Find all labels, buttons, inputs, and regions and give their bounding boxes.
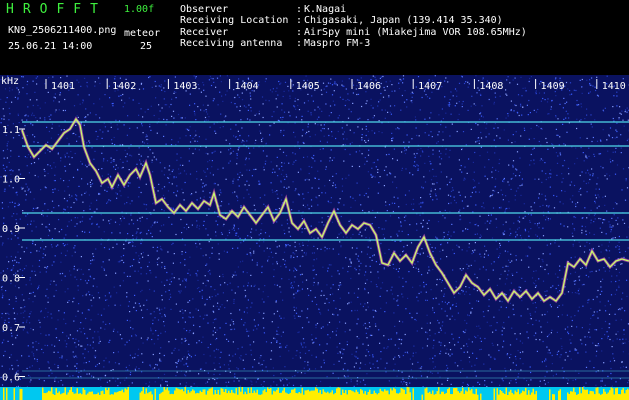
bottom-bars [0,387,629,400]
x-tick-label: 1405 [296,81,320,92]
header-panel: HROFFT 1.00f KN9_2506211400.png meteor 2… [0,0,629,75]
info-label-location: Receiving Location [180,15,289,26]
y-tick-label: 0.6 [2,373,20,384]
x-tick-label: 1406 [357,81,381,92]
x-tick-label: 1402 [112,81,136,92]
x-tick-label: 1401 [51,81,75,92]
info-label-antenna: Receiving antenna [180,38,283,49]
app-title: HROFFT [6,2,107,17]
x-tick-label: 1403 [173,81,197,92]
app-version: 1.00f [124,4,155,15]
info-value-observer: K.Nagai [304,4,347,15]
meteor-count: 25 [140,41,153,52]
y-tick-label: 1.0 [2,175,20,186]
y-axis-unit: kHz [1,76,19,87]
info-label-receiver: Receiver [180,27,229,38]
y-tick-label: 0.7 [2,323,20,334]
noise-layer [0,75,629,400]
x-tick-label: 1407 [418,81,442,92]
info-value-antenna: Maspro FM-3 [304,38,371,49]
x-tick-label: 1404 [235,81,259,92]
file-name: KN9_2506211400.png [8,25,117,36]
meteor-label: meteor [124,28,161,39]
info-value-location: Chigasaki, Japan (139.414 35.340) [304,15,503,26]
y-tick-label: 0.8 [2,274,20,285]
x-tick-label: 1409 [541,81,565,92]
info-label-observer: Observer [180,4,229,15]
y-tick-label: 0.9 [2,224,20,235]
spectrogram-panel: kHz 1401 1402 1403 1404 1405 1406 1407 1408 1409 1… [0,75,629,400]
date-time: 25.06.21 14:00 [8,41,93,52]
info-value-receiver: AirSpy mini (Miakejima VOR 108.65MHz) [304,27,527,38]
x-tick-label: 1408 [479,81,503,92]
spectrogram-background [0,75,629,400]
y-tick-label: 1.1 [2,125,20,136]
spectrogram-plot: kHz 1401 1402 1403 1404 1405 1406 1407 1408 1409 1… [0,75,629,400]
x-tick-label: 1410 [602,81,626,92]
